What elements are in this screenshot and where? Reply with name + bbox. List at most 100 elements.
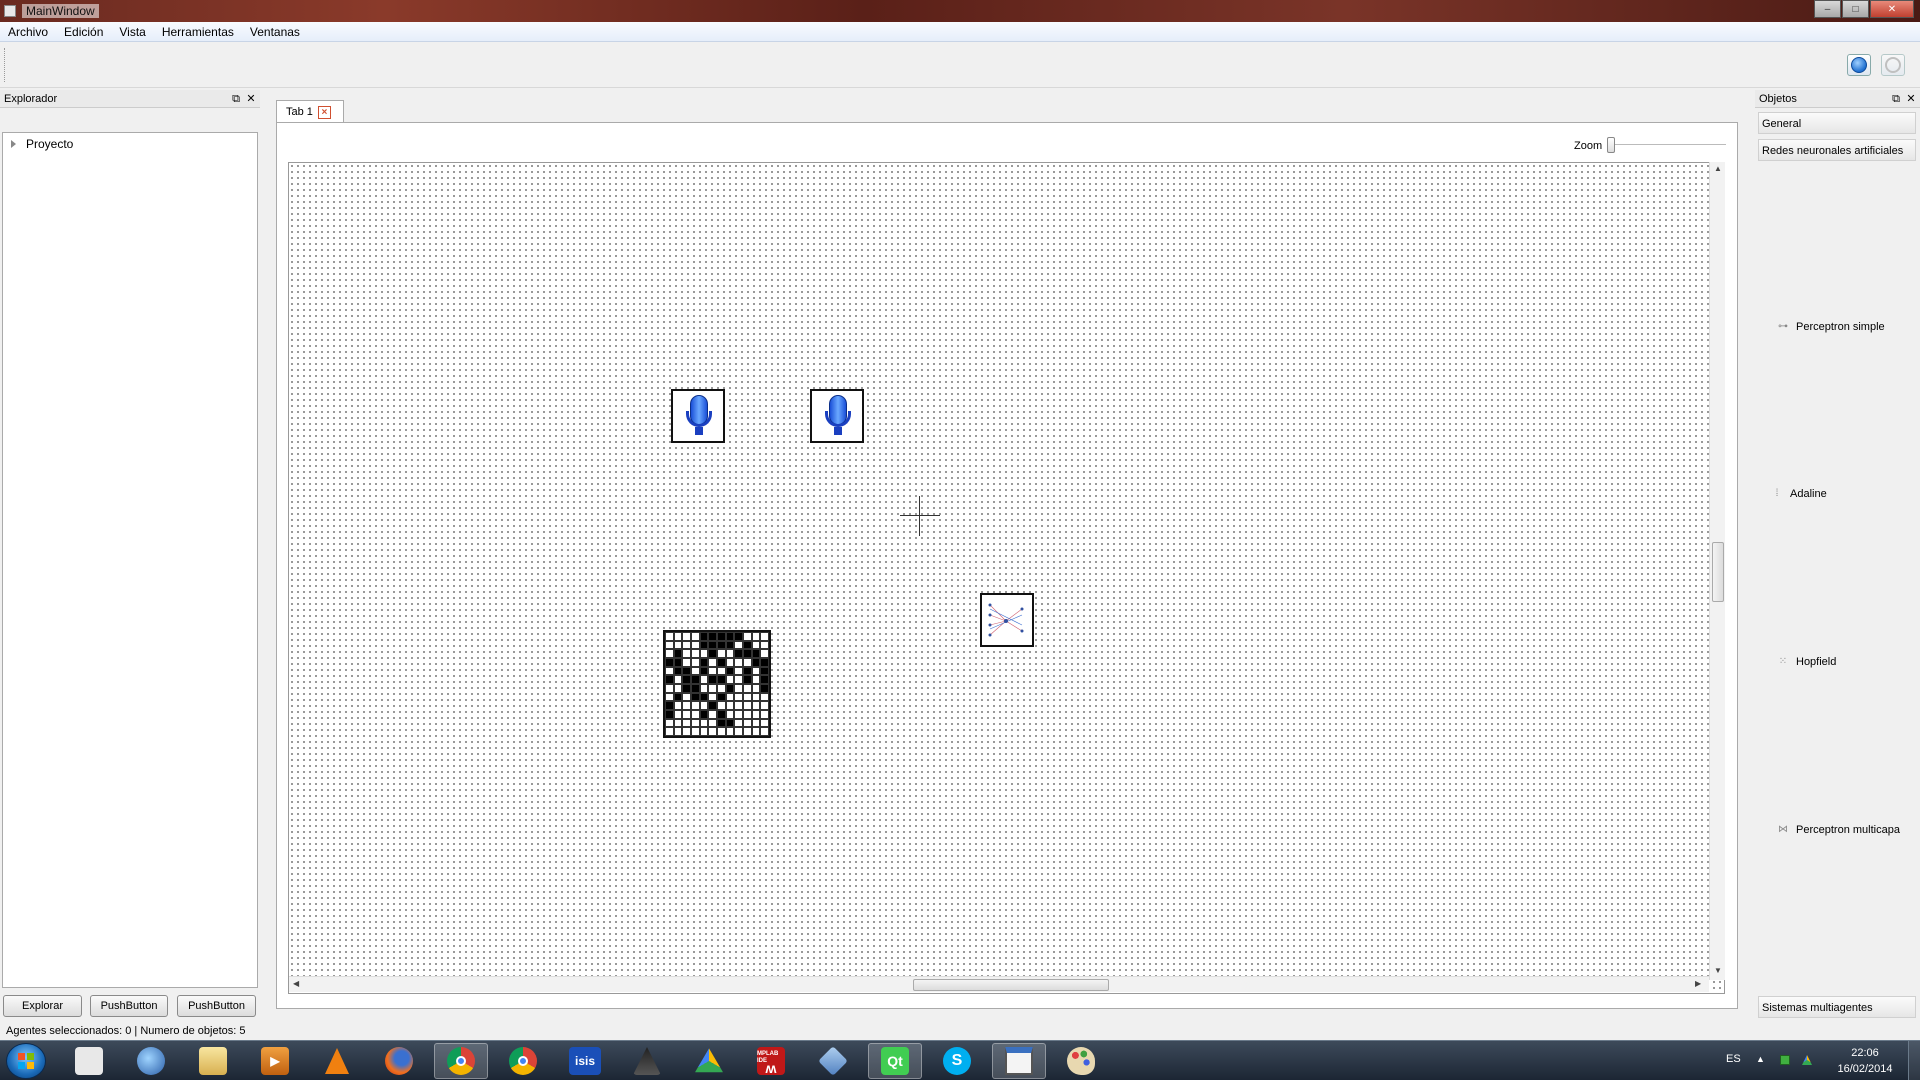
- system-clock[interactable]: 22:06 16/02/2014: [1830, 1045, 1900, 1077]
- section-general[interactable]: General: [1758, 112, 1916, 134]
- float-icon[interactable]: ⧉: [1890, 90, 1902, 108]
- grid-cell: [725, 649, 735, 658]
- maximize-button[interactable]: □: [1842, 0, 1869, 18]
- hopfield-icon: ⁙: [1778, 656, 1788, 667]
- show-desktop-button[interactable]: [1908, 1041, 1920, 1080]
- taskbar-mplab[interactable]: MPLAB IDE ʍ: [744, 1043, 798, 1079]
- microphone-agent[interactable]: [810, 389, 864, 443]
- close-icon[interactable]: ✕: [1905, 90, 1917, 108]
- virtualbox-icon: [818, 1046, 848, 1076]
- grid-cell: [691, 675, 700, 684]
- minimize-button[interactable]: ‒: [1814, 0, 1841, 18]
- grid-cell: [691, 692, 700, 702]
- menu-vista[interactable]: Vista: [111, 22, 153, 42]
- object-label: Perceptron multicapa: [1796, 824, 1900, 836]
- object-hopfield[interactable]: ⁙ Hopfield: [1776, 656, 1837, 668]
- taskbar-vlc[interactable]: [310, 1043, 364, 1079]
- taskbar-chrome-1[interactable]: [434, 1043, 488, 1079]
- menu-bar: Archivo Edición Vista Herramientas Venta…: [0, 22, 1920, 42]
- explorer-tree[interactable]: Proyecto: [2, 132, 258, 988]
- vertical-scroll-thumb[interactable]: [1712, 542, 1724, 602]
- horizontal-scrollbar[interactable]: ◀ ▶: [289, 976, 1709, 992]
- vertical-scrollbar[interactable]: ▲ ▼: [1709, 162, 1725, 980]
- network-agent[interactable]: [980, 593, 1034, 647]
- grid-cell: [691, 701, 700, 710]
- microphone-agent[interactable]: [671, 389, 725, 443]
- menu-herramientas[interactable]: Herramientas: [154, 22, 242, 42]
- section-redes-neuronales[interactable]: Redes neuronales artificiales: [1758, 139, 1916, 161]
- object-perceptron-simple[interactable]: ⊶ Perceptron simple: [1776, 321, 1885, 333]
- taskbar-chrome-2[interactable]: [496, 1043, 550, 1079]
- float-icon[interactable]: ⧉: [230, 90, 242, 108]
- refresh-button[interactable]: [1881, 54, 1905, 76]
- grid-cell: [699, 640, 709, 650]
- grid-cell: [673, 649, 683, 658]
- scene-canvas[interactable]: [288, 162, 1725, 994]
- window-title: MainWindow: [22, 4, 99, 18]
- grid-cell: [699, 692, 709, 702]
- scroll-up-icon[interactable]: ▲: [1714, 164, 1722, 173]
- scroll-down-icon[interactable]: ▼: [1714, 966, 1722, 975]
- grid-cell: [708, 632, 717, 641]
- status-bar: Agentes seleccionados: 0 | Numero de obj…: [0, 1022, 1920, 1040]
- push-button-2[interactable]: PushButton: [177, 995, 256, 1017]
- taskbar-media-player[interactable]: ▶: [248, 1043, 302, 1079]
- expand-arrow-icon[interactable]: [11, 140, 16, 148]
- taskbar-virtualbox[interactable]: [806, 1043, 860, 1079]
- grid-cell: [743, 649, 752, 658]
- zoom-slider-handle[interactable]: [1607, 137, 1615, 153]
- grid-cell: [725, 632, 735, 641]
- taskbar-skype[interactable]: S: [930, 1043, 984, 1079]
- scroll-left-icon[interactable]: ◀: [293, 979, 299, 988]
- explorar-button[interactable]: Explorar: [3, 995, 82, 1017]
- grid-cell: [734, 666, 743, 676]
- object-adaline[interactable]: ⁞ Adaline: [1770, 488, 1827, 500]
- grid-cell: [673, 727, 683, 736]
- tray-expand-icon[interactable]: ▲: [1756, 1054, 1766, 1064]
- grid-cell: [725, 718, 735, 728]
- taskbar-isis[interactable]: isis: [558, 1043, 612, 1079]
- start-button[interactable]: [6, 1043, 46, 1079]
- taskbar-paint[interactable]: [1054, 1043, 1108, 1079]
- zoom-label: Zoom: [1574, 140, 1603, 152]
- grid-cell: [760, 658, 769, 667]
- taskbar-metro[interactable]: [62, 1043, 116, 1079]
- taskbar-firefox[interactable]: [372, 1043, 426, 1079]
- taskbar-mainwindow[interactable]: [992, 1043, 1046, 1079]
- grid-cell: [665, 701, 674, 710]
- push-button-1[interactable]: PushButton: [90, 995, 168, 1017]
- toolbar: [0, 42, 1920, 88]
- binary-grid-agent[interactable]: [663, 630, 771, 738]
- taskbar-explorer[interactable]: [186, 1043, 240, 1079]
- tray-network-icon[interactable]: [1780, 1055, 1790, 1065]
- close-icon[interactable]: ✕: [245, 90, 257, 108]
- tray-drive-icon[interactable]: [1802, 1055, 1812, 1065]
- grid-cell: [743, 684, 752, 693]
- play-button[interactable]: [1847, 54, 1871, 76]
- tab-close-icon[interactable]: ×: [317, 105, 331, 119]
- grid-cell: [717, 701, 726, 710]
- close-button[interactable]: ✕: [1870, 0, 1914, 18]
- section-sistemas-multiagentes[interactable]: Sistemas multiagentes: [1758, 996, 1916, 1018]
- taskbar-inkscape[interactable]: [620, 1043, 674, 1079]
- language-indicator[interactable]: ES: [1726, 1053, 1741, 1065]
- tree-item-proyecto[interactable]: Proyecto: [11, 137, 73, 151]
- grid-cell: [673, 632, 683, 641]
- menu-ventanas[interactable]: Ventanas: [242, 22, 308, 42]
- zoom-slider-track[interactable]: [1612, 144, 1726, 146]
- menu-archivo[interactable]: Archivo: [0, 22, 56, 42]
- tab-1[interactable]: Tab 1 ×: [276, 100, 344, 123]
- menu-edicion[interactable]: Edición: [56, 22, 111, 42]
- grid-cell: [725, 692, 735, 702]
- taskbar-drive[interactable]: [682, 1043, 736, 1079]
- window-icon: [1005, 1047, 1033, 1075]
- taskbar-qt[interactable]: Qt: [868, 1043, 922, 1079]
- grid-cell: [725, 727, 735, 736]
- thunderbird-icon: [137, 1047, 165, 1075]
- scroll-right-icon[interactable]: ▶: [1695, 979, 1701, 988]
- toolbar-grip[interactable]: [4, 48, 8, 82]
- object-perceptron-multicapa[interactable]: ⋈ Perceptron multicapa: [1776, 824, 1900, 836]
- horizontal-scroll-thumb[interactable]: [913, 979, 1109, 991]
- grid-cell: [665, 718, 674, 728]
- taskbar-thunderbird[interactable]: [124, 1043, 178, 1079]
